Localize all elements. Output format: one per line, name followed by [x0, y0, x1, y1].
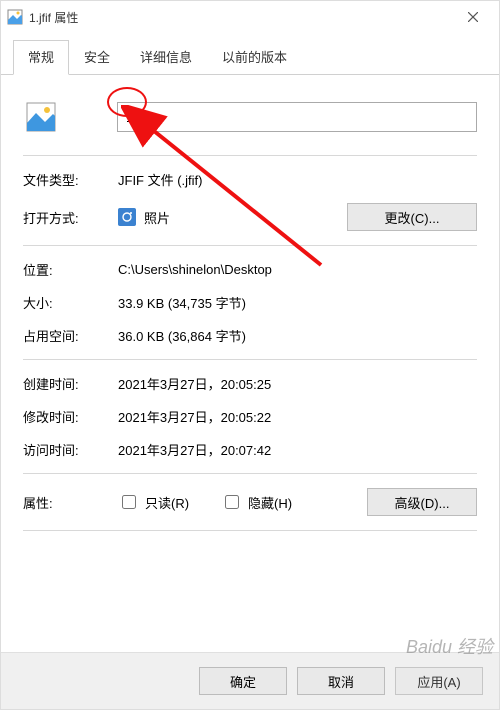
accessed-label: 访问时间: [23, 440, 118, 459]
readonly-input[interactable] [122, 495, 136, 509]
properties-window: 1.jfif 属性 常规 安全 详细信息 以前的版本 [0, 0, 500, 710]
filetype-label: 文件类型: [23, 170, 118, 189]
separator [23, 530, 477, 531]
advanced-button[interactable]: 高级(D)... [367, 488, 477, 516]
filetype-value: JFIF 文件 (.jfif) [118, 170, 477, 189]
ok-button[interactable]: 确定 [199, 667, 287, 695]
change-button[interactable]: 更改(C)... [347, 203, 477, 231]
apply-button[interactable]: 应用(A) [395, 667, 483, 695]
tab-strip: 常规 安全 详细信息 以前的版本 [1, 33, 499, 75]
modified-value: 2021年3月27日，20:05:22 [118, 407, 477, 426]
tab-details[interactable]: 详细信息 [125, 40, 207, 75]
dialog-button-row: 确定 取消 应用(A) [1, 652, 499, 709]
size-label: 大小: [23, 293, 118, 312]
readonly-checkbox[interactable]: 只读(R) [118, 492, 189, 512]
accessed-value: 2021年3月27日，20:07:42 [118, 440, 477, 459]
hidden-input[interactable] [225, 495, 239, 509]
tab-previous-versions[interactable]: 以前的版本 [207, 40, 302, 75]
sizeondisk-value: 36.0 KB (36,864 字节) [118, 326, 477, 345]
created-label: 创建时间: [23, 374, 118, 393]
filename-input[interactable] [117, 102, 477, 132]
general-panel: 文件类型: JFIF 文件 (.jfif) 打开方式: 照片 更改(C)... [1, 75, 499, 652]
sizeondisk-label: 占用空间: [23, 326, 118, 345]
photos-app-icon [118, 208, 136, 226]
openwith-label: 打开方式: [23, 208, 118, 227]
tab-security[interactable]: 安全 [69, 40, 125, 75]
window-title: 1.jfif 属性 [29, 9, 453, 26]
separator [23, 155, 477, 156]
separator [23, 473, 477, 474]
created-value: 2021年3月27日，20:05:25 [118, 374, 477, 393]
location-value: C:\Users\shinelon\Desktop [118, 262, 477, 277]
hidden-checkbox[interactable]: 隐藏(H) [221, 492, 292, 512]
file-icon [7, 9, 23, 25]
close-button[interactable] [453, 3, 493, 31]
attributes-label: 属性: [23, 493, 118, 512]
tab-general[interactable]: 常规 [13, 40, 69, 75]
openwith-value: 照片 [144, 208, 347, 227]
location-label: 位置: [23, 260, 118, 279]
file-type-icon [23, 99, 59, 135]
separator [23, 245, 477, 246]
separator [23, 359, 477, 360]
cancel-button[interactable]: 取消 [297, 667, 385, 695]
modified-label: 修改时间: [23, 407, 118, 426]
size-value: 33.9 KB (34,735 字节) [118, 293, 477, 312]
titlebar: 1.jfif 属性 [1, 1, 499, 33]
